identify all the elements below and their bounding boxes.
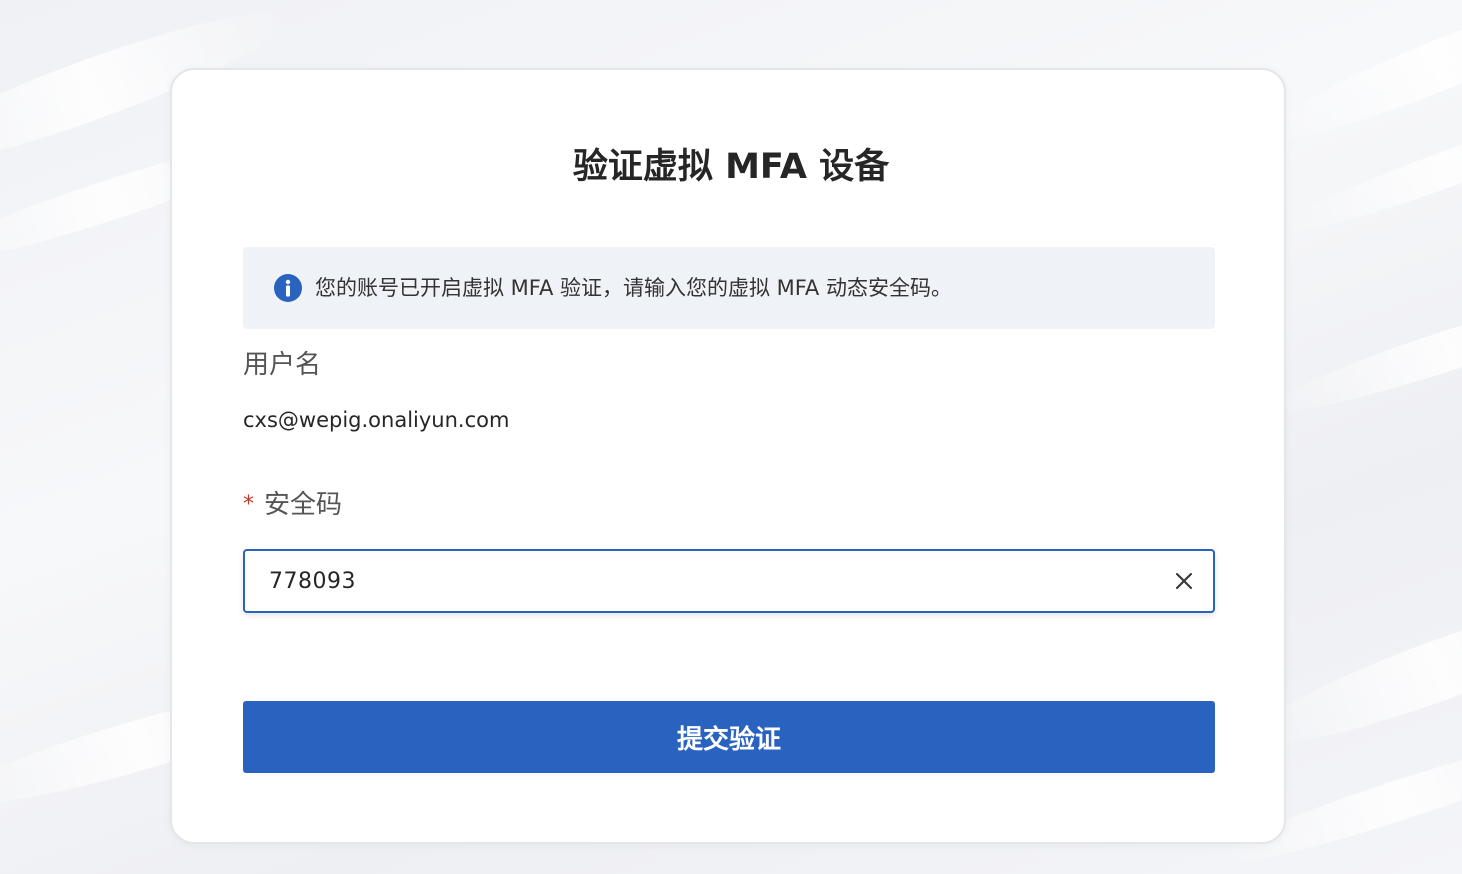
info-icon bbox=[274, 274, 302, 302]
username-label: 用户名 bbox=[243, 350, 322, 380]
security-code-label-text: 安全码 bbox=[264, 490, 343, 520]
security-code-label: * 安全码 bbox=[243, 486, 342, 524]
username-value: cxs@wepig.onaliyun.com bbox=[243, 408, 510, 432]
security-code-field bbox=[243, 549, 1215, 613]
notice-text: 您的账号已开启虚拟 MFA 验证，请输入您的虚拟 MFA 动态安全码。 bbox=[315, 276, 952, 300]
security-code-input[interactable] bbox=[269, 551, 1149, 611]
info-notice: 您的账号已开启虚拟 MFA 验证，请输入您的虚拟 MFA 动态安全码。 bbox=[243, 247, 1215, 329]
required-mark: * bbox=[243, 492, 254, 517]
close-icon[interactable] bbox=[1173, 570, 1195, 592]
submit-verification-button[interactable]: 提交验证 bbox=[243, 701, 1215, 773]
page-title: 验证虚拟 MFA 设备 bbox=[572, 147, 890, 187]
